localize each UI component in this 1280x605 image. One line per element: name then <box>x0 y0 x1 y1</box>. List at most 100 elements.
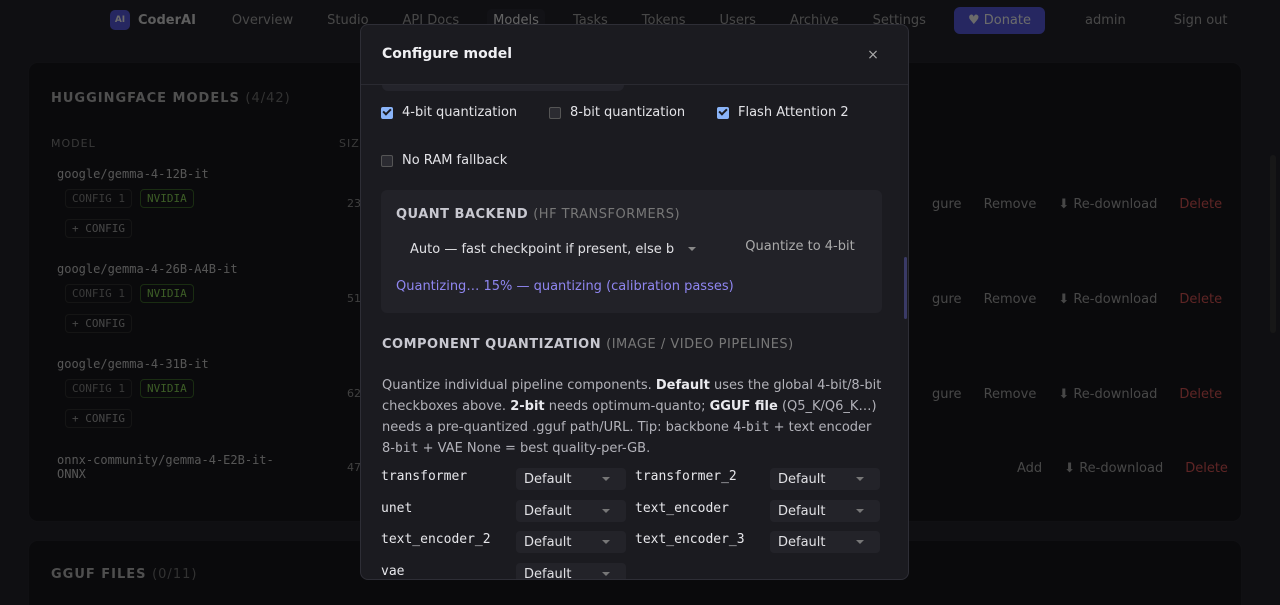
component-select-value: Default <box>524 534 572 550</box>
quant-backend-select[interactable]: Auto — fast checkpoint if present, else … <box>396 234 706 264</box>
quant-backend-title-text: QUANT BACKEND <box>396 207 529 222</box>
checkbox-unchecked-icon[interactable] <box>381 154 393 167</box>
config-tag[interactable]: CONFIG 1 <box>65 379 132 398</box>
component-name: unet <box>381 501 413 516</box>
checkbox-label: No RAM fallback <box>402 153 508 168</box>
modal-title: Configure model <box>382 46 513 62</box>
delete-button[interactable]: Delete <box>1179 292 1222 307</box>
redownload-button[interactable]: ⬇ Re-download <box>1058 197 1157 212</box>
delete-button[interactable]: Delete <box>1185 461 1228 476</box>
checkbox-4bit[interactable]: 4-bit quantization <box>381 105 517 120</box>
component-name: text_encoder_3 <box>635 532 745 547</box>
delete-button[interactable]: Delete <box>1179 387 1222 402</box>
configure-button[interactable]: gure <box>932 197 962 212</box>
panel-title-text: HUGGINGFACE MODELS <box>51 91 240 106</box>
quant-backend-title: QUANT BACKEND (HF TRANSFORMERS) <box>396 207 680 222</box>
nav-overview[interactable]: Overview <box>226 9 299 32</box>
checkbox-unchecked-icon[interactable] <box>549 106 561 119</box>
config-tag[interactable]: CONFIG 1 <box>65 284 132 303</box>
remove-button[interactable]: Remove <box>984 292 1037 307</box>
quantize-button[interactable]: Quantize to 4-bit <box>727 228 873 264</box>
gpu-tag: NVIDIA <box>139 284 194 303</box>
component-subtitle: (IMAGE / VIDEO PIPELINES) <box>606 337 794 352</box>
component-select[interactable]: Default <box>516 531 626 553</box>
modal-header: Configure model × <box>361 25 908 85</box>
component-name: transformer_2 <box>635 469 737 484</box>
desc-mono: bit <box>746 420 770 435</box>
component-select[interactable]: Default <box>770 531 880 553</box>
gpu-tag: NVIDIA <box>139 379 194 398</box>
signout-link[interactable]: Sign out <box>1174 13 1228 28</box>
configure-button[interactable]: gure <box>932 387 962 402</box>
add-button[interactable]: Add <box>1017 461 1042 476</box>
component-select-value: Default <box>524 503 572 519</box>
desc-bold: 2-bit <box>510 399 545 414</box>
chevron-down-icon <box>856 540 864 544</box>
desc-mono: bit <box>394 441 419 456</box>
component-title-text: COMPONENT QUANTIZATION <box>382 337 602 352</box>
desc-text: needs optimum-quanto; <box>544 399 710 414</box>
column-header-model: MODEL <box>51 137 96 150</box>
remove-button[interactable]: Remove <box>984 387 1037 402</box>
gpu-tag: NVIDIA <box>139 189 194 208</box>
checkbox-label: Flash Attention 2 <box>738 105 849 120</box>
component-select-value: Default <box>524 566 572 580</box>
brand[interactable]: AI CoderAI <box>110 10 196 30</box>
component-description: Quantize individual pipeline components.… <box>382 375 882 459</box>
component-select[interactable]: Default <box>770 468 880 490</box>
chevron-down-icon <box>602 477 610 481</box>
gguf-panel-title: GGUF FILES (0/11) <box>51 567 197 582</box>
chevron-down-icon <box>602 540 610 544</box>
component-select[interactable]: Default <box>516 500 626 522</box>
component-select-value: Default <box>778 534 826 550</box>
redownload-button[interactable]: ⬇ Re-download <box>1058 292 1157 307</box>
brand-name: CoderAI <box>138 12 196 28</box>
component-name: vae <box>381 564 405 579</box>
panel-title: HUGGINGFACE MODELS (4/42) <box>51 91 291 106</box>
chevron-down-icon <box>688 247 696 251</box>
checkbox-8bit[interactable]: 8-bit quantization <box>549 105 685 120</box>
checkbox-flash-attention[interactable]: Flash Attention 2 <box>717 105 849 120</box>
page-scrollbar[interactable] <box>1270 155 1276 333</box>
user-name: admin <box>1085 12 1126 28</box>
panel-count: (4/42) <box>245 91 291 106</box>
add-config-button[interactable]: + CONFIG <box>65 314 132 333</box>
desc-text: + VAE None = best quality-per-GB. <box>418 441 651 456</box>
component-select[interactable]: Default <box>516 563 626 580</box>
column-header-size: SIZ <box>339 137 360 150</box>
redownload-button[interactable]: ⬇ Re-download <box>1058 387 1157 402</box>
gguf-count: (0/11) <box>152 567 198 582</box>
modal-scrollbar[interactable] <box>904 257 907 319</box>
chevron-down-icon <box>602 509 610 513</box>
scrolled-field-remnant <box>382 85 624 91</box>
remove-button[interactable]: Remove <box>984 197 1037 212</box>
delete-button[interactable]: Delete <box>1179 197 1222 212</box>
add-config-button[interactable]: + CONFIG <box>65 409 132 428</box>
component-select[interactable]: Default <box>516 468 626 490</box>
quant-backend-value: Auto — fast checkpoint if present, else … <box>410 241 675 257</box>
component-select-value: Default <box>778 503 826 519</box>
configure-model-modal: Configure model × 4-bit quantization 8-b… <box>360 24 909 580</box>
close-icon[interactable]: × <box>865 47 881 63</box>
component-select-value: Default <box>524 471 572 487</box>
checkbox-checked-icon[interactable] <box>381 106 393 119</box>
checkbox-no-ram-fallback[interactable]: No RAM fallback <box>381 153 507 168</box>
quantize-status: Quantizing… 15% — quantizing (calibratio… <box>396 279 734 294</box>
checkbox-checked-icon[interactable] <box>717 106 729 119</box>
component-name: text_encoder_2 <box>381 532 491 547</box>
donate-button[interactable]: ♥ Donate <box>953 6 1045 34</box>
desc-bold: Default <box>655 378 710 393</box>
checkbox-label: 8-bit quantization <box>570 105 686 120</box>
chevron-down-icon <box>856 509 864 513</box>
component-select[interactable]: Default <box>770 500 880 522</box>
chevron-down-icon <box>856 477 864 481</box>
add-config-button[interactable]: + CONFIG <box>65 219 132 238</box>
chevron-down-icon <box>602 572 610 576</box>
component-select-value: Default <box>778 471 826 487</box>
config-tag[interactable]: CONFIG 1 <box>65 189 132 208</box>
quant-backend-card: QUANT BACKEND (HF TRANSFORMERS) Auto — f… <box>381 190 882 313</box>
redownload-button[interactable]: ⬇ Re-download <box>1064 461 1163 476</box>
model-name: onnx-community/gemma-4-E2B-it-ONNX <box>57 453 274 481</box>
configure-button[interactable]: gure <box>932 292 962 307</box>
gguf-title-text: GGUF FILES <box>51 567 147 582</box>
